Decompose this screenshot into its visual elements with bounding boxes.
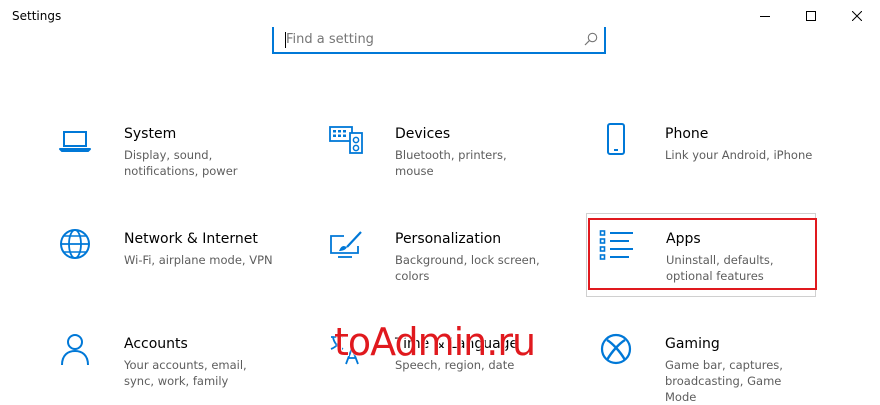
tile-phone[interactable]: Phone Link your Android, iPhone — [586, 115, 816, 191]
minimize-icon — [760, 16, 770, 17]
maximize-icon — [806, 11, 816, 21]
tile-description: Game bar, captures, broadcasting, Game M… — [665, 358, 783, 404]
tile-accounts[interactable]: Accounts Your accounts, email, sync, wor… — [45, 325, 275, 401]
tile-label: System — [124, 126, 177, 142]
search-icon — [584, 32, 598, 46]
tile-description: Your accounts, email, sync, work, family — [124, 358, 247, 388]
tile-description: Link your Android, iPhone — [665, 148, 813, 162]
tile-gaming[interactable]: Gaming Game bar, captures, broadcasting,… — [586, 325, 816, 404]
window-title: Settings — [12, 9, 62, 23]
person-icon — [61, 334, 89, 366]
tile-description: Wi-Fi, airplane mode, VPN — [124, 253, 273, 267]
tile-description: Bluetooth, printers, mouse — [395, 148, 507, 178]
tile-description: Display, sound, notifications, power — [124, 148, 238, 178]
tile-label: Network & Internet — [124, 231, 258, 247]
search-input[interactable]: Find a setting — [272, 27, 606, 54]
tile-description: Background, lock screen, colors — [395, 253, 540, 283]
close-button[interactable] — [834, 0, 880, 32]
paint-icon — [330, 231, 362, 258]
tile-network-internet[interactable]: Network & Internet Wi-Fi, airplane mode,… — [45, 220, 275, 296]
devices-icon — [329, 126, 363, 154]
tile-label: Gaming — [665, 336, 720, 352]
xbox-icon — [600, 333, 632, 365]
tile-devices[interactable]: Devices Bluetooth, printers, mouse — [316, 115, 546, 191]
tile-personalization[interactable]: Personalization Background, lock screen,… — [316, 220, 546, 296]
tile-label: Phone — [665, 126, 709, 142]
phone-icon — [607, 123, 625, 155]
tile-label: Devices — [395, 126, 451, 142]
tile-label: Accounts — [124, 336, 188, 352]
minimize-button[interactable] — [742, 0, 788, 32]
watermark: toAdmin.ru — [334, 320, 536, 364]
maximize-button[interactable] — [788, 0, 834, 32]
tile-system[interactable]: System Display, sound, notifications, po… — [45, 115, 275, 191]
tile-label: Personalization — [395, 231, 502, 247]
highlight-box — [588, 218, 817, 290]
search-placeholder: Find a setting — [286, 32, 374, 47]
close-icon — [852, 11, 862, 21]
globe-icon — [60, 229, 90, 259]
laptop-icon — [59, 131, 91, 152]
